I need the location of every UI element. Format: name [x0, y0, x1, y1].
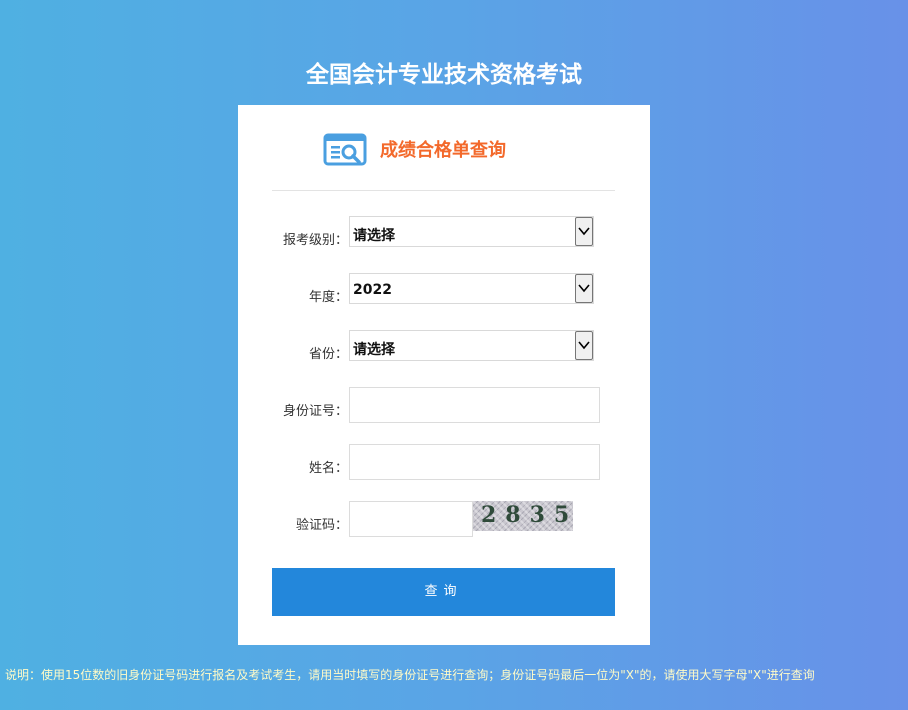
chevron-down-icon: [575, 331, 593, 360]
captcha-input[interactable]: [349, 501, 473, 537]
level-select[interactable]: 请选择: [349, 216, 594, 247]
instruction-note: 说明：使用15位数的旧身份证号码进行报名及考试考生，请用当时填写的身份证号进行查…: [5, 668, 815, 682]
captcha-image-text: 2835: [481, 502, 573, 528]
name-row: 姓名：: [238, 444, 650, 480]
year-label: 年度：: [308, 290, 348, 305]
id-number-input[interactable]: [349, 387, 600, 423]
name-input[interactable]: [349, 444, 600, 480]
captcha-row: 验证码： 2835: [238, 501, 650, 537]
captcha-image[interactable]: 2835: [473, 501, 573, 531]
level-label: 报考级别：: [282, 233, 348, 248]
year-select-value: 2022: [353, 282, 392, 298]
id-number-row: 身份证号：: [238, 387, 650, 423]
card-title: 成绩合格单查询: [380, 140, 506, 161]
year-row: 年度： 2022: [238, 273, 650, 309]
level-row: 报考级别： 请选择: [238, 216, 650, 252]
province-select[interactable]: 请选择: [349, 330, 594, 361]
name-label: 姓名：: [308, 461, 348, 476]
id-number-label: 身份证号：: [282, 404, 348, 419]
province-label: 省份：: [308, 347, 348, 362]
query-card: 成绩合格单查询 报考级别： 请选择 年度： 2022 省份： 请选择 身份证号：…: [238, 105, 650, 645]
province-select-value: 请选择: [353, 342, 395, 358]
card-header: 成绩合格单查询: [272, 105, 615, 191]
search-document-icon: [323, 133, 367, 167]
level-select-value: 请选择: [353, 228, 395, 244]
page-title: 全国会计专业技术资格考试: [306, 62, 582, 88]
year-select[interactable]: 2022: [349, 273, 594, 304]
captcha-label: 验证码：: [295, 518, 348, 533]
province-row: 省份： 请选择: [238, 330, 650, 366]
query-button[interactable]: 查询: [272, 568, 615, 616]
chevron-down-icon: [575, 217, 593, 246]
chevron-down-icon: [575, 274, 593, 303]
